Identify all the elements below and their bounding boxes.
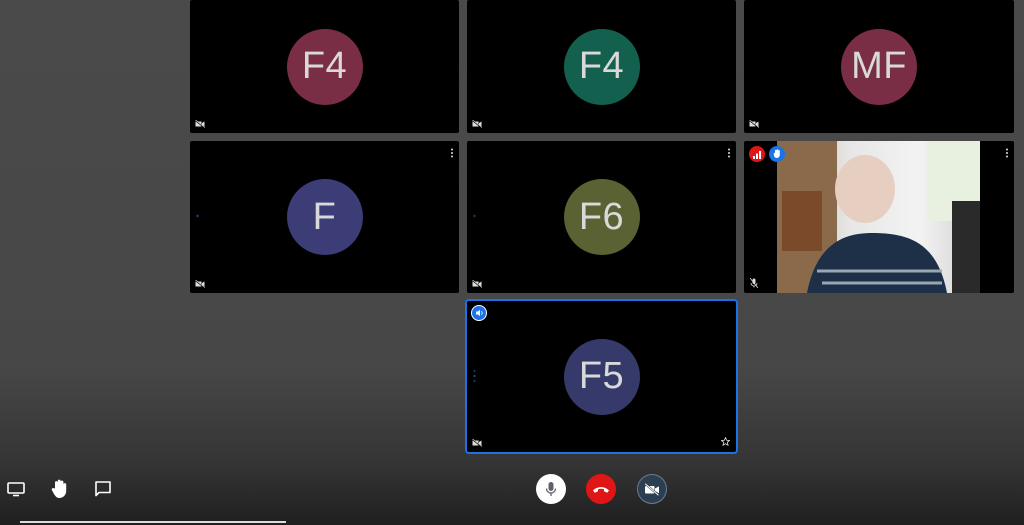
video-off-icon: [472, 280, 482, 288]
camera-off-icon: [644, 482, 660, 496]
video-frame: [777, 141, 980, 293]
participant-avatar: F6: [563, 179, 640, 255]
star-icon[interactable]: [721, 437, 730, 446]
more-vert-icon[interactable]: [727, 148, 731, 158]
video-off-icon: [195, 280, 205, 288]
audio-level-icon: [196, 214, 199, 218]
more-vert-icon[interactable]: [450, 148, 454, 158]
participant-avatar: F4: [286, 28, 363, 105]
participant-avatar: MF: [841, 28, 917, 105]
signal-bars-icon: [749, 146, 765, 162]
audio-level-icon: [473, 369, 476, 383]
camera-toggle-button[interactable]: [637, 474, 667, 504]
bottom-scroll-indicator: [20, 521, 286, 523]
phone-hangup-icon: [593, 486, 609, 493]
present-screen-button[interactable]: [5, 478, 27, 500]
video-off-icon: [195, 120, 205, 128]
chat-button[interactable]: [92, 478, 114, 500]
participant-tile-4[interactable]: F: [190, 141, 459, 293]
participant-tile-1[interactable]: F4: [190, 0, 459, 133]
video-off-icon: [472, 120, 482, 128]
more-vert-icon[interactable]: [1005, 148, 1009, 158]
raise-hand-button[interactable]: [49, 478, 71, 500]
chat-icon: [95, 481, 111, 497]
participant-avatar: F: [286, 179, 363, 255]
video-off-icon: [749, 120, 759, 128]
present-screen-icon: [7, 482, 25, 497]
hand-icon: [51, 479, 67, 498]
participant-tile-video[interactable]: [744, 141, 1014, 293]
audio-level-icon: [473, 214, 476, 218]
mic-icon: [545, 482, 557, 496]
participant-avatar: F5: [563, 338, 640, 415]
participant-tile-2[interactable]: F4: [467, 0, 736, 133]
participant-tile-5[interactable]: F6: [467, 141, 736, 293]
video-off-icon: [472, 439, 482, 447]
participant-tile-3[interactable]: MF: [744, 0, 1014, 133]
participant-video-feed: [777, 141, 980, 293]
end-call-button[interactable]: [586, 474, 616, 504]
meeting-stage: F4 F4 MF F F6 F5: [0, 0, 1024, 525]
hand-badge-icon: [769, 146, 785, 162]
mic-off-icon: [750, 278, 758, 288]
mic-button[interactable]: [536, 474, 566, 504]
speaker-icon: [472, 306, 486, 320]
participant-tile-6-active-speaker[interactable]: F5: [467, 301, 736, 452]
participant-avatar: F4: [563, 28, 640, 105]
